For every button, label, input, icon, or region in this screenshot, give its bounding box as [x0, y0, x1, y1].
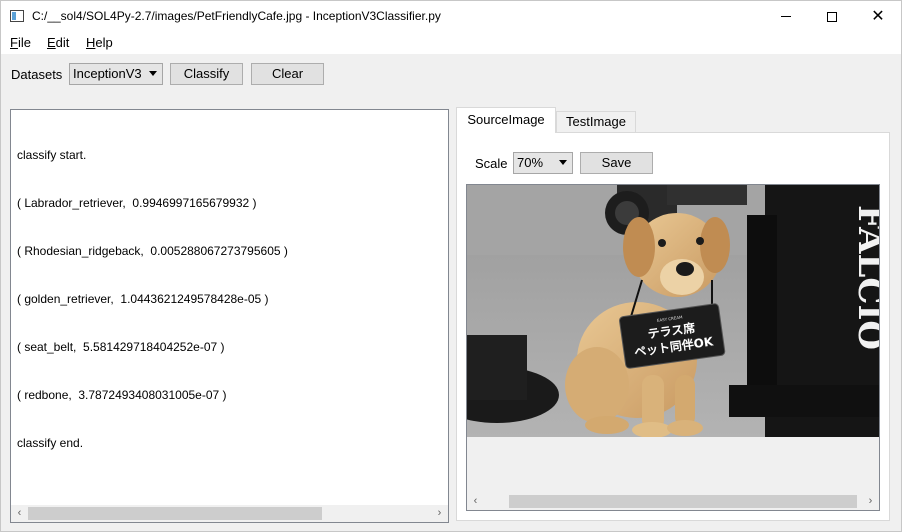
menu-edit[interactable]: Edit: [47, 35, 69, 50]
image-horizontal-scrollbar[interactable]: ‹ ›: [467, 493, 879, 510]
scroll-left-icon[interactable]: ‹: [467, 493, 484, 510]
datasets-label: Datasets: [11, 67, 63, 82]
toolbar: Datasets InceptionV3 Classify Clear: [1, 54, 901, 94]
dog-photo: FALCIO EASY CREAM テラス席 ペット同伴OK: [467, 185, 879, 437]
clear-button[interactable]: Clear: [251, 63, 324, 85]
chevron-down-icon: [149, 71, 157, 76]
log-line: ( golden_retriever, 1.0443621249578428e-…: [17, 292, 269, 306]
title-bar: C:/__sol4/SOL4Py-2.7/images/PetFriendlyC…: [1, 1, 901, 32]
scrollbar-thumb[interactable]: [28, 507, 322, 520]
window-title: C:/__sol4/SOL4Py-2.7/images/PetFriendlyC…: [32, 9, 441, 23]
scale-label: Scale: [475, 156, 508, 171]
menu-file[interactable]: File: [10, 35, 31, 50]
close-button[interactable]: ✕: [855, 1, 901, 32]
log-line: ( redbone, 3.7872493408031005e-07 ): [17, 388, 227, 402]
scrollbar-thumb[interactable]: [509, 495, 857, 508]
scale-combo-value: 70%: [517, 155, 544, 170]
tab-test-image[interactable]: TestImage: [556, 111, 636, 133]
app-icon: [10, 10, 24, 22]
datasets-combo[interactable]: InceptionV3: [69, 63, 163, 85]
scroll-right-icon[interactable]: ›: [431, 505, 448, 522]
pillar-text: FALCIO: [850, 205, 879, 350]
log-line: classify start.: [17, 148, 87, 162]
minimize-icon: [781, 16, 791, 17]
minimize-button[interactable]: [763, 1, 809, 32]
app-window: C:/__sol4/SOL4Py-2.7/images/PetFriendlyC…: [0, 0, 902, 532]
log-line: classify end.: [17, 436, 84, 450]
chevron-down-icon: [559, 160, 567, 165]
menu-bar: File Edit Help: [1, 32, 901, 54]
scroll-right-icon[interactable]: ›: [862, 493, 879, 510]
log-line: ( Labrador_retriever, 0.9946997165679932…: [17, 196, 257, 210]
maximize-icon: [827, 11, 837, 22]
tab-source-image[interactable]: SourceImage: [456, 107, 556, 133]
scroll-left-icon[interactable]: ‹: [11, 505, 28, 522]
menu-help[interactable]: Help: [86, 35, 113, 50]
save-button[interactable]: Save: [580, 152, 653, 174]
classify-button[interactable]: Classify: [170, 63, 243, 85]
result-log: classify start. ( Labrador_retriever, 0.…: [17, 115, 288, 483]
result-text-area[interactable]: classify start. ( Labrador_retriever, 0.…: [10, 109, 449, 523]
log-line: ( Rhodesian_ridgeback, 0.005288067273795…: [17, 244, 288, 258]
image-viewer[interactable]: FALCIO EASY CREAM テラス席 ペット同伴OK ‹ ›: [466, 184, 880, 511]
scale-combo[interactable]: 70%: [513, 152, 573, 174]
maximize-button[interactable]: [809, 1, 855, 32]
datasets-combo-value: InceptionV3: [73, 66, 142, 81]
close-icon: ✕: [871, 7, 885, 25]
log-line: ( seat_belt, 5.581429718404252e-07 ): [17, 340, 225, 354]
log-horizontal-scrollbar[interactable]: ‹ ›: [11, 505, 448, 522]
